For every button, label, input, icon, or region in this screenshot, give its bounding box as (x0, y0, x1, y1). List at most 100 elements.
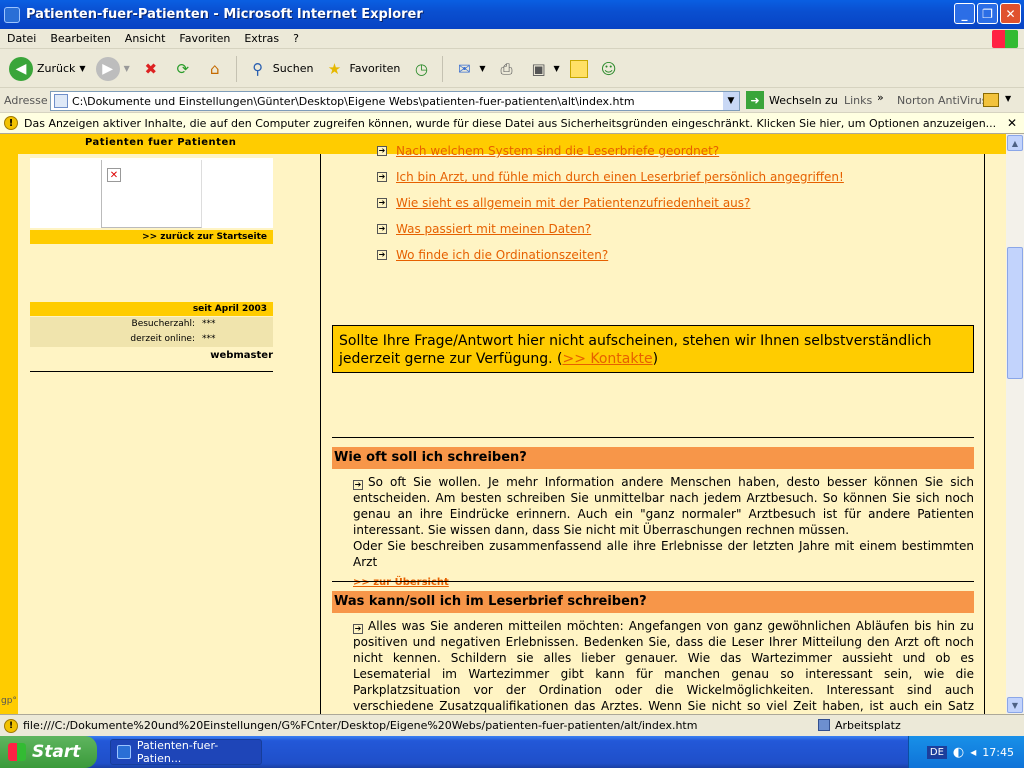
stop-button[interactable]: ✖ (137, 54, 165, 84)
title-bar[interactable]: Patienten-fuer-Patienten - Microsoft Int… (0, 0, 1024, 29)
faq-item[interactable]: ➔ Ich bin Arzt, und fühle mich durch ein… (377, 170, 844, 184)
contacts-link[interactable]: >> Kontakte (562, 351, 652, 367)
faq-item[interactable]: ➔ Wie sieht es allgemein mit der Patient… (377, 196, 750, 210)
faq-link[interactable]: Nach welchem System sind die Leserbriefe… (396, 144, 719, 158)
online-label: derzeit online: (130, 334, 195, 344)
back-button[interactable]: ◀ Zurück ▼ (6, 54, 89, 84)
windows-flag-icon (8, 743, 26, 761)
visitors-label: Besucherzahl: (131, 319, 195, 329)
messenger-button[interactable]: ☺ (595, 54, 623, 84)
faq-item[interactable]: ➔ Was passiert mit meinen Daten? (377, 222, 591, 236)
webmaster-link[interactable]: webmaster (30, 350, 273, 361)
edit-dropdown-icon[interactable]: ▼ (554, 64, 560, 73)
online-count-row: derzeit online: *** (30, 332, 273, 347)
search-icon: ⚲ (252, 59, 264, 78)
infobar-close-icon[interactable]: ✕ (1007, 116, 1017, 130)
vertical-scrollbar[interactable]: ▲ ▼ (1006, 134, 1024, 714)
left-accent-strip (0, 154, 18, 714)
faq-item[interactable]: ➔ Wo finde ich die Ordinationszeiten? (377, 248, 608, 262)
volume-icon[interactable]: ◂ (970, 745, 976, 759)
address-field[interactable]: C:\Dokumente und Einstellungen\Günter\De… (50, 91, 740, 111)
task-label: Patienten-fuer-Patien... (136, 739, 219, 765)
sidebar-divider (30, 371, 273, 372)
menu-ansicht[interactable]: Ansicht (118, 32, 173, 45)
menu-datei[interactable]: Datei (0, 32, 43, 45)
norton-icon[interactable] (983, 93, 999, 107)
taskbar-button-ie[interactable]: Patienten-fuer-Patien... (110, 739, 262, 765)
toolbar-separator (235, 55, 237, 82)
arrow-bullet-icon: ➔ (377, 146, 387, 156)
chevron-right-icon[interactable]: » (877, 91, 884, 104)
toolbar-separator (442, 55, 444, 82)
menu-bearbeiten[interactable]: Bearbeiten (43, 32, 117, 45)
forward-button[interactable]: ▶ ▼ (93, 54, 133, 84)
restore-button[interactable]: ❐ (977, 3, 998, 24)
refresh-button[interactable]: ⟳ (169, 54, 197, 84)
notes-button[interactable] (567, 54, 591, 84)
edit-button[interactable]: ▣ ▼ (525, 54, 563, 84)
notice-close-paren: ) (652, 351, 659, 367)
computer-icon (818, 719, 830, 731)
online-value: *** (202, 334, 216, 344)
history-button[interactable]: ◷ (407, 54, 435, 84)
section-rule (332, 437, 974, 438)
since-label: seit April 2003 (30, 302, 273, 316)
home-button[interactable]: ⌂ (201, 54, 229, 84)
close-button[interactable]: ✕ (1000, 3, 1021, 24)
back-dropdown-icon[interactable]: ▼ (79, 64, 85, 73)
broken-image: ✕ (101, 160, 202, 228)
visitor-count-row: Besucherzahl: *** (30, 317, 273, 332)
network-icon[interactable]: ◐ (953, 745, 964, 760)
ie-icon (117, 745, 131, 759)
arrow-bullet-icon: ➔ (377, 224, 387, 234)
favorites-button[interactable]: ★ Favoriten (320, 54, 403, 84)
back-to-start-link[interactable]: >> zurück zur Startseite (30, 230, 273, 244)
arrow-bullet-icon: ➔ (377, 250, 387, 260)
status-url: file:///C:/Dokumente%20und%20Einstellung… (23, 719, 698, 732)
page-icon (54, 94, 68, 108)
minimize-button[interactable]: _ (954, 3, 975, 24)
mail-dropdown-icon[interactable]: ▼ (479, 64, 485, 73)
sidebar: ✕ >> zurück zur Startseite seit April 20… (18, 154, 320, 714)
menu-extras[interactable]: Extras (237, 32, 286, 45)
norton-dropdown-icon[interactable]: ▼ (1005, 94, 1011, 103)
mail-button[interactable]: ✉ ▼ (450, 54, 488, 84)
address-value: C:\Dokumente und Einstellungen\Günter\De… (72, 94, 635, 108)
column-divider (320, 154, 321, 714)
language-indicator[interactable]: DE (926, 745, 947, 759)
gp-mark: gp° (1, 696, 17, 706)
go-button[interactable]: ➜ Wechseln zu (746, 91, 838, 109)
back-arrow-icon: ◀ (9, 56, 33, 81)
print-button[interactable]: ⎙ (493, 54, 521, 84)
faq-link[interactable]: Wie sieht es allgemein mit der Patienten… (396, 196, 750, 210)
search-button[interactable]: ⚲ Suchen (244, 54, 317, 84)
information-bar[interactable]: ! Das Anzeigen aktiver Inhalte, die auf … (0, 113, 1024, 134)
mail-icon: ✉ (458, 59, 471, 78)
back-label: Zurück (37, 62, 76, 75)
system-tray: DE ◐ ◂ 17:45 (908, 736, 1024, 768)
scrollbar-thumb[interactable] (1007, 247, 1023, 379)
address-bar: Adresse C:\Dokumente und Einstellungen\G… (0, 89, 1024, 113)
menu-help[interactable]: ? (286, 32, 306, 45)
scroll-up-icon[interactable]: ▲ (1007, 135, 1023, 151)
faq-link[interactable]: Was passiert mit meinen Daten? (396, 222, 591, 236)
norton-label[interactable]: Norton AntiVirus (897, 94, 987, 107)
section-title: Was kann/soll ich im Leserbrief schreibe… (332, 591, 974, 613)
browser-viewport: Patienten fuer Patienten ✕ >> zurück zur… (0, 134, 1024, 714)
faq-link[interactable]: Ich bin Arzt, und fühle mich durch einen… (396, 170, 844, 184)
warning-icon: ! (4, 718, 18, 733)
scroll-down-icon[interactable]: ▼ (1007, 697, 1023, 713)
go-label: Wechseln zu (769, 93, 838, 107)
links-label[interactable]: Links (844, 94, 872, 107)
go-arrow-icon: ➜ (746, 91, 764, 109)
start-button[interactable]: Start (0, 736, 97, 768)
faq-link[interactable]: Wo finde ich die Ordinationszeiten? (396, 248, 608, 262)
address-dropdown-icon[interactable]: ▼ (723, 92, 739, 110)
menu-favoriten[interactable]: Favoriten (172, 32, 237, 45)
faq-item[interactable]: ➔ Nach welchem System sind die Leserbrie… (377, 144, 719, 158)
forward-dropdown-icon[interactable]: ▼ (124, 64, 130, 73)
faq-section: Was kann/soll ich im Leserbrief schreibe… (332, 581, 974, 714)
faq-section: Wie oft soll ich schreiben? ➔ So oft Sie … (332, 437, 974, 588)
window-controls: _ ❐ ✕ (954, 3, 1021, 24)
site-header: Patienten fuer Patienten (85, 137, 237, 148)
